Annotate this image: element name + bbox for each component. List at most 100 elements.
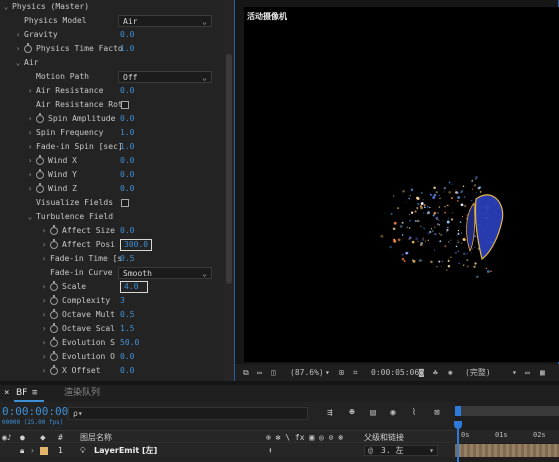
twirl-closed-icon[interactable]: ›: [14, 28, 22, 42]
lock-icon[interactable]: ●: [20, 432, 25, 443]
stopwatch-icon[interactable]: [50, 351, 58, 361]
stopwatch-icon[interactable]: [36, 169, 44, 179]
frame-blending-icon[interactable]: ▤: [368, 408, 378, 418]
property-value[interactable]: 0.0: [120, 112, 134, 126]
property-value[interactable]: 300.0: [120, 239, 153, 251]
effect-property-row[interactable]: Air Resistance Rot: [0, 98, 222, 112]
collapse-switch-icon[interactable]: ⬆: [268, 445, 273, 456]
stopwatch-icon[interactable]: [24, 43, 32, 53]
camera-snapshot-icon[interactable]: ◙: [419, 366, 424, 379]
property-value[interactable]: 0.0: [120, 154, 134, 168]
effect-property-row[interactable]: Fade-in Curve Smooth ⌄: [0, 266, 222, 280]
twirl-closed-icon[interactable]: ›: [40, 238, 48, 252]
property-checkbox[interactable]: [121, 101, 129, 109]
property-value[interactable]: 1.0: [120, 42, 134, 56]
mask-toggle-icon[interactable]: ◫: [271, 366, 276, 379]
property-value[interactable]: 3: [120, 294, 125, 308]
column-parent-link[interactable]: 父级和链接: [364, 432, 404, 443]
chevron-right-icon[interactable]: ›: [30, 445, 35, 456]
zoom-dropdown[interactable]: (87.6%): [290, 366, 324, 379]
current-timecode[interactable]: 0:00:00:00: [2, 405, 68, 418]
effect-property-row[interactable]: › Spin Amplitude 0.0: [0, 112, 222, 126]
twirl-closed-icon[interactable]: ›: [40, 364, 48, 378]
column-layer-name[interactable]: 图层名称: [80, 432, 112, 443]
effect-property-row[interactable]: › Wind Y 0.0: [0, 168, 222, 182]
property-value[interactable]: 0.0: [120, 224, 134, 238]
effect-property-row[interactable]: Physics Model Air ⌄: [0, 14, 222, 28]
chevron-down-icon[interactable]: ▾: [512, 366, 517, 379]
layer-name[interactable]: LayerEmit [左]: [94, 445, 157, 456]
stopwatch-icon[interactable]: [36, 183, 44, 193]
stopwatch-icon[interactable]: [50, 365, 58, 375]
title-safe-icon[interactable]: ⊞: [339, 366, 344, 379]
effect-property-row[interactable]: › Fade-in Spin [sec] 1.0: [0, 140, 222, 154]
effect-property-row[interactable]: › Wind Z 0.0: [0, 182, 222, 196]
effect-property-row[interactable]: Visualize Fields: [0, 196, 222, 210]
navigator-start-handle[interactable]: [455, 406, 461, 416]
effect-property-row[interactable]: ⌄ Physics (Master): [0, 0, 222, 14]
label-tag-icon[interactable]: ⬥: [40, 432, 46, 443]
grid-icon[interactable]: ⌗: [353, 366, 358, 379]
chevron-down-icon[interactable]: ▾: [325, 366, 330, 379]
scrollbar-thumb[interactable]: [226, 54, 232, 284]
effect-property-row[interactable]: › Affect Size 0.0: [0, 224, 222, 238]
timeline-graph-pane[interactable]: 0s 01s 02s: [454, 402, 559, 462]
effect-property-row[interactable]: › Octave Scal 1.5: [0, 322, 222, 336]
switches-icons[interactable]: ⊕ ✻ \ fx ▣ ◎ ⊘ ⊛: [266, 432, 343, 443]
stopwatch-icon[interactable]: [36, 155, 44, 165]
twirl-closed-icon[interactable]: ›: [26, 112, 34, 126]
property-value[interactable]: 1.0: [120, 140, 134, 154]
stopwatch-icon[interactable]: [50, 337, 58, 347]
property-value[interactable]: 0.0: [120, 84, 134, 98]
effect-property-row[interactable]: › Affect Posi 300.0: [0, 238, 222, 252]
comp-flowchart-icon[interactable]: ⇶: [325, 408, 335, 418]
stopwatch-icon[interactable]: [50, 295, 58, 305]
twirl-closed-icon[interactable]: ›: [40, 224, 48, 238]
twirl-closed-icon[interactable]: ›: [26, 168, 34, 182]
property-dropdown[interactable]: Off ⌄: [118, 71, 212, 83]
twirl-open-icon[interactable]: ⌄: [14, 56, 22, 70]
current-time-indicator-head[interactable]: [454, 421, 462, 429]
property-value[interactable]: 1.5: [120, 322, 134, 336]
stopwatch-icon[interactable]: [50, 323, 58, 333]
property-value[interactable]: 0.0: [120, 364, 134, 378]
property-value[interactable]: 0.5: [120, 308, 134, 322]
twirl-closed-icon[interactable]: ›: [26, 182, 34, 196]
twirl-closed-icon[interactable]: ›: [26, 140, 34, 154]
property-value[interactable]: 0.5: [120, 252, 134, 266]
property-value[interactable]: 0.0: [120, 182, 134, 196]
tab-render-queue[interactable]: 渲染队列: [64, 388, 100, 399]
twirl-closed-icon[interactable]: ›: [40, 322, 48, 336]
keyframe-graph-icon[interactable]: ⊠: [432, 408, 442, 418]
twirl-closed-icon[interactable]: ›: [40, 280, 48, 294]
color-channel-icon[interactable]: ✺: [448, 366, 453, 379]
twirl-closed-icon[interactable]: ›: [40, 252, 48, 266]
effect-property-row[interactable]: ⌄ Air: [0, 56, 222, 70]
effect-property-row[interactable]: › Fade-in Time [s 0.5: [0, 252, 222, 266]
property-dropdown[interactable]: Smooth ⌄: [118, 267, 212, 279]
monitor-icon[interactable]: ▭: [257, 366, 262, 379]
layer-duration-bar[interactable]: [455, 444, 559, 457]
effect-property-row[interactable]: › Octave Mult 0.5: [0, 308, 222, 322]
effect-property-row[interactable]: › Evolution S 50.0: [0, 336, 222, 350]
twirl-closed-icon[interactable]: ›: [26, 84, 34, 98]
motion-blur-icon[interactable]: ◉: [388, 408, 398, 418]
lock-icon[interactable]: 🔒︎: [20, 445, 24, 456]
composition-canvas[interactable]: 活动摄像机: [244, 7, 559, 362]
stopwatch-icon[interactable]: [50, 309, 58, 319]
effect-controls-scrollbar[interactable]: [224, 0, 234, 381]
effect-property-row[interactable]: › Scale 4.0: [0, 280, 222, 294]
property-value[interactable]: 1.0: [120, 126, 134, 140]
pick-whip-icon[interactable]: @: [368, 446, 373, 455]
property-value[interactable]: 0.0: [120, 28, 134, 42]
effect-property-row[interactable]: › X Offset 0.0: [0, 364, 222, 378]
always-preview-icon[interactable]: ⧉: [243, 366, 249, 379]
layer-row[interactable]: 🔒︎ › 1 💡︎ LayerEmit [左] ⬆ @ 3. 左 ▾: [0, 444, 455, 457]
region-of-interest-icon[interactable]: ▭: [525, 366, 530, 379]
shy-layers-icon[interactable]: ☻: [347, 408, 357, 418]
effect-property-row[interactable]: › Air Resistance 0.0: [0, 84, 222, 98]
stopwatch-icon[interactable]: [50, 281, 58, 291]
resolution-dropdown[interactable]: (完整): [465, 366, 491, 379]
stopwatch-icon[interactable]: [50, 225, 58, 235]
twirl-closed-icon[interactable]: ›: [40, 294, 48, 308]
